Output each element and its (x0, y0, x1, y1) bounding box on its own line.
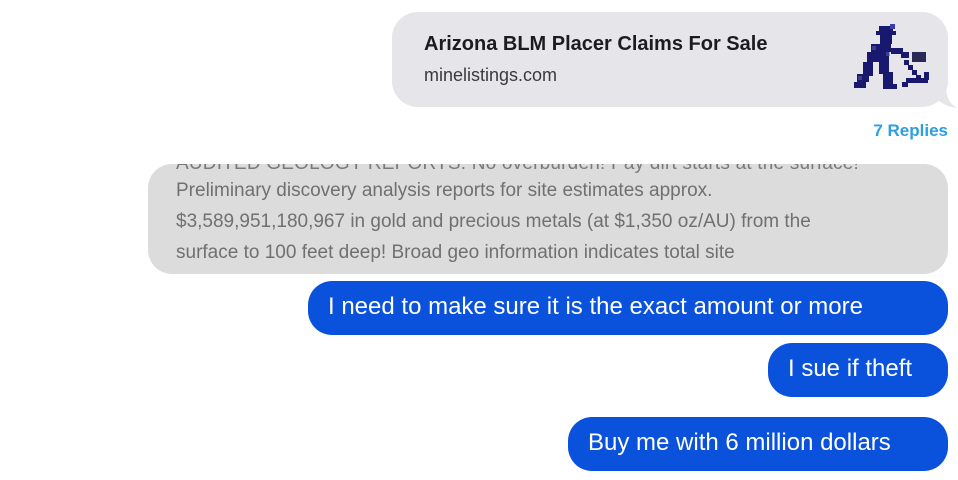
quoted-line: surface to 100 feet deep! Broad geo info… (176, 242, 735, 263)
link-preview-title: Arizona BLM Placer Claims For Sale (424, 33, 768, 55)
link-preview-bubble[interactable]: Arizona BLM Placer Claims For Sale minel… (392, 12, 948, 107)
quoted-clipped-line: AUDITED GEOLOGY REPORTS: No overburden! … (176, 164, 859, 175)
link-preview-domain: minelistings.com (424, 65, 558, 85)
sent-message-bubble[interactable]: I need to make sure it is the exact amou… (308, 281, 948, 335)
bubble-tail (930, 86, 958, 108)
quoted-line: $3,589,951,180,967 in gold and precious … (176, 211, 811, 232)
miner-icon (846, 22, 930, 96)
sent-message-bubble[interactable]: I sue if theft (768, 343, 948, 397)
quoted-message-bubble: AUDITED GEOLOGY REPORTS: No overburden! … (148, 164, 948, 274)
quoted-line: Preliminary discovery analysis reports f… (176, 180, 713, 201)
sent-message-bubble[interactable]: Buy me with 6 million dollars (568, 417, 948, 471)
replies-link[interactable]: 7 Replies (873, 121, 948, 141)
